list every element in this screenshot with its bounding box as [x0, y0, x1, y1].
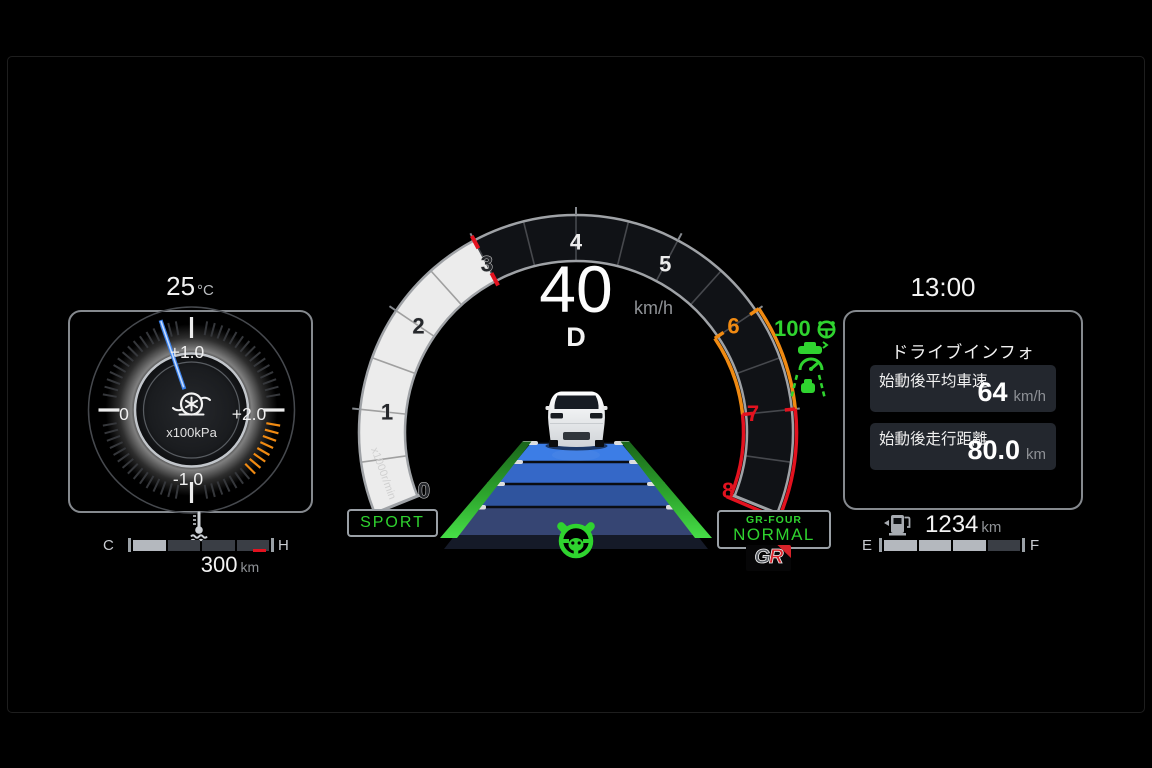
bar-segment — [884, 540, 917, 551]
steering-assist-icon — [815, 318, 838, 341]
outside-temperature-unit: °C — [197, 282, 214, 299]
coolant-temp-bar — [128, 538, 274, 552]
fuel-level-bar — [879, 538, 1025, 552]
boost-gauge-panel — [68, 310, 313, 513]
bar-segment — [168, 540, 201, 551]
bar-segment — [133, 540, 166, 551]
bar-bracket — [128, 538, 131, 552]
gr-logo-letter-g: G — [754, 546, 769, 568]
outside-temperature: 25 °C — [130, 271, 250, 302]
cruise-set-speed-value: 100 — [774, 316, 811, 342]
bar-segments — [133, 538, 269, 552]
bar-segments — [884, 538, 1020, 552]
bar-segment — [988, 540, 1021, 551]
speed-value: 40 — [501, 256, 651, 322]
bar-bracket — [1022, 538, 1025, 552]
gr-logo-letter-r: R — [769, 546, 782, 568]
gr-brand-logo: GR — [746, 545, 791, 571]
clock: 13:00 — [880, 272, 1006, 303]
outside-temperature-value: 25 — [166, 271, 195, 302]
cruise-set-speed: 100 — [774, 316, 838, 342]
lane-trace-icon — [789, 374, 827, 405]
awd-mode-badge: GR-FOUR NORMAL — [717, 510, 831, 549]
awd-mode-label: NORMAL — [733, 526, 815, 544]
odometer-value: 300 — [201, 552, 238, 578]
bar-segment — [953, 540, 986, 551]
fuel-full-label: F — [1030, 537, 1039, 554]
gear-indicator: D — [546, 322, 606, 353]
drive-info-panel: ドライブインフォ 始動後平均車速 64 km/h 始動後走行距離 80.0 km — [843, 310, 1083, 510]
bar-segment — [202, 540, 235, 551]
tile-unit: km/h — [1013, 388, 1046, 405]
odometer-unit: km — [241, 559, 260, 575]
fuel-range: 1234 km — [925, 511, 1001, 539]
drive-info-title: ドライブインフォ — [845, 338, 1081, 363]
bar-bracket — [271, 538, 274, 552]
tile-value: 64 — [977, 377, 1007, 408]
fuel-range-value: 1234 — [925, 511, 978, 539]
bar-segment — [919, 540, 952, 551]
bar-bracket — [879, 538, 882, 552]
drive-mode-badge: SPORT — [347, 509, 438, 537]
drive-info-tile-distance: 始動後走行距離 80.0 km — [870, 423, 1056, 470]
drive-mode-label: SPORT — [360, 514, 425, 532]
fuel-range-unit: km — [981, 519, 1001, 536]
tile-unit: km — [1026, 446, 1046, 463]
coolant-cold-label: C — [103, 537, 114, 554]
radar-cruise-icon — [793, 341, 829, 378]
speed-unit: km/h — [634, 298, 673, 319]
drive-info-tile-average-speed: 始動後平均車速 64 km/h — [870, 365, 1056, 412]
fuel-empty-label: E — [862, 537, 872, 554]
tile-value: 80.0 — [967, 435, 1020, 466]
odometer: 300 km — [160, 552, 300, 578]
